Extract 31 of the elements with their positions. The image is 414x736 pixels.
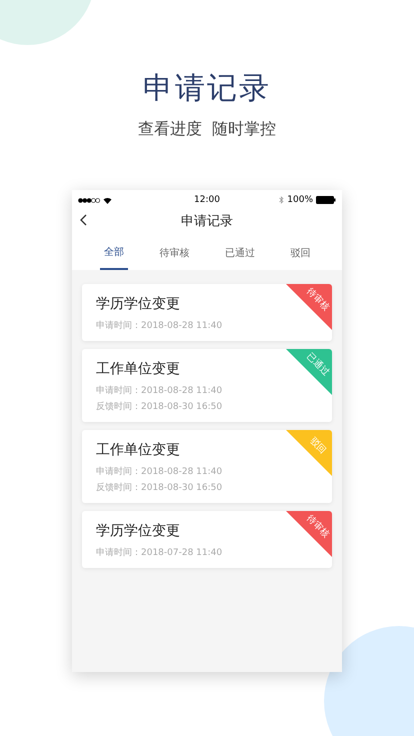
status-ribbon: 待审核: [286, 284, 332, 330]
record-card[interactable]: 学历学位变更 申请时间：2018-08-28 11:40 待审核: [82, 284, 332, 341]
bluetooth-icon: [279, 196, 284, 204]
record-time: 申请时间：2018-08-28 11:40: [96, 320, 224, 332]
battery-percent: 100%: [287, 195, 313, 205]
record-title: 学历学位变更: [96, 522, 181, 540]
record-time: 申请时间：2018-07-28 11:40: [96, 546, 224, 559]
wifi-icon: [103, 196, 112, 204]
record-time: 申请时间：2018-08-28 11:40: [96, 466, 224, 478]
subtitle: 查看进度 随时掌控: [138, 119, 276, 140]
battery-icon: [316, 196, 336, 204]
record-time: 反馈时间：2018-08-30 16:50: [96, 400, 224, 413]
record-time: 反馈时间：2018-08-30 16:50: [96, 482, 224, 494]
tab[interactable]: 已通过: [220, 236, 259, 270]
headline: 申请记录: [143, 70, 271, 108]
tab[interactable]: 待审核: [155, 236, 194, 270]
status-ribbon: 已通过: [286, 349, 332, 395]
record-card[interactable]: 工作单位变更 申请时间：2018-08-28 11:40 反馈时间：2018-08-30 16:50 驳回: [82, 430, 332, 503]
record-title: 学历学位变更: [96, 295, 181, 313]
status-ribbon: 待审核: [286, 511, 332, 557]
signal-icon: [78, 198, 100, 202]
record-card[interactable]: 工作单位变更 申请时间：2018-08-28 11:40 反馈时间：2018-08-30 16:50 已通过: [82, 349, 332, 422]
record-card[interactable]: 学历学位变更 申请时间：2018-07-28 11:40 待审核: [82, 511, 332, 568]
back-icon[interactable]: [80, 214, 87, 226]
record-time: 申请时间：2018-08-28 11:40: [96, 384, 224, 397]
page-title: 申请记录: [181, 213, 233, 230]
record-title: 工作单位变更: [96, 360, 181, 378]
tab[interactable]: 全部: [100, 236, 128, 270]
tab[interactable]: 驳回: [286, 236, 314, 270]
status-ribbon: 驳回: [286, 430, 332, 476]
status-time: 12:00: [194, 195, 220, 205]
